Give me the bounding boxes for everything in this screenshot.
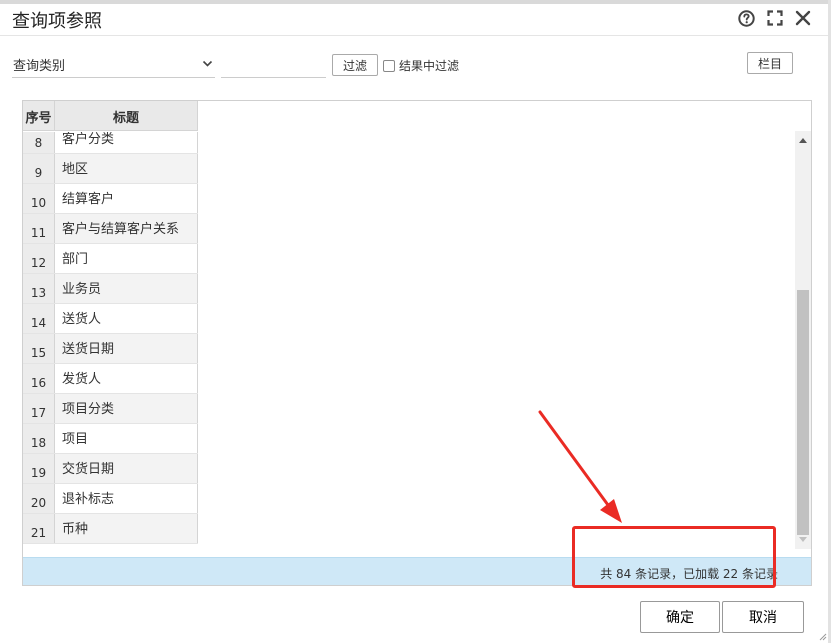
row-title-cell[interactable]: 交货日期 [55,454,198,483]
row-title-cell[interactable]: 送货日期 [55,334,198,363]
table-row[interactable]: 9 地区 [23,154,198,184]
scroll-up-icon[interactable] [799,138,807,143]
row-seq-cell: 10 [23,184,55,213]
row-seq-cell: 12 [23,244,55,273]
filter-button[interactable]: 过滤 [332,54,378,76]
row-title-cell[interactable]: 币种 [55,514,198,543]
table-row[interactable]: 17 项目分类 [23,394,198,424]
table-row[interactable]: 21 币种 [23,514,198,544]
vertical-scrollbar[interactable] [795,131,811,549]
column-header-title[interactable]: 标题 [55,101,198,131]
column-header-seq[interactable]: 序号 [23,101,55,131]
row-title-cell[interactable]: 送货人 [55,304,198,333]
row-seq-cell: 18 [23,424,55,453]
table-row[interactable]: 12 部门 [23,244,198,274]
row-title-cell[interactable]: 项目 [55,424,198,453]
table-row[interactable]: 15 送货日期 [23,334,198,364]
close-icon[interactable] [794,9,812,27]
row-title-cell[interactable]: 客户分类 [55,132,198,153]
query-items-grid: 序号 标题 8 客户分类 9 地区 10 结算客户 11 客户与结算客户关系 12 部门 13 业务员… [22,100,812,586]
row-title-cell[interactable]: 发货人 [55,364,198,393]
row-seq-cell: 17 [23,394,55,423]
row-title-cell[interactable]: 部门 [55,244,198,273]
table-row[interactable]: 19 交货日期 [23,454,198,484]
table-row[interactable]: 13 业务员 [23,274,198,304]
cancel-button[interactable]: 取消 [722,601,804,633]
scroll-down-icon[interactable] [799,537,807,542]
filter-in-results-label: 结果中过滤 [399,59,460,73]
maximize-icon[interactable] [766,9,784,27]
row-title-cell[interactable]: 结算客户 [55,184,198,213]
chevron-down-icon [202,58,213,73]
query-category-select[interactable]: 查询类别 [12,52,215,78]
table-row[interactable]: 18 项目 [23,424,198,454]
row-title-cell[interactable]: 项目分类 [55,394,198,423]
row-seq-cell: 16 [23,364,55,393]
row-seq-cell: 8 [23,132,55,153]
table-row[interactable]: 14 送货人 [23,304,198,334]
row-seq-cell: 20 [23,484,55,513]
row-title-cell[interactable]: 客户与结算客户关系 [55,214,198,243]
filter-in-results-option[interactable]: 结果中过滤 [383,57,459,74]
row-seq-cell: 11 [23,214,55,243]
grid-rows: 8 客户分类 9 地区 10 结算客户 11 客户与结算客户关系 12 部门 13 业务员 14 送货人 1… [23,132,198,544]
scrollbar-thumb[interactable] [797,290,809,535]
annotation-highlight-box [572,526,776,588]
filter-in-results-checkbox[interactable] [383,59,395,72]
table-row[interactable]: 8 客户分类 [23,132,198,154]
table-row[interactable]: 16 发货人 [23,364,198,394]
query-toolbar: 查询类别 过滤 结果中过滤 栏目 [0,52,831,80]
table-row[interactable]: 20 退补标志 [23,484,198,514]
row-seq-cell: 13 [23,274,55,303]
row-seq-cell: 9 [23,154,55,183]
row-title-cell[interactable]: 地区 [55,154,198,183]
grid-header: 序号 标题 [23,101,198,131]
row-seq-cell: 19 [23,454,55,483]
grid-frozen-columns: 序号 标题 8 客户分类 9 地区 10 结算客户 11 客户与结算客户关系 12 部门 13 业务员… [23,101,198,549]
columns-button[interactable]: 栏目 [747,52,793,74]
grid-body: 8 客户分类 9 地区 10 结算客户 11 客户与结算客户关系 12 部门 13 业务员 14 送货人 1… [23,132,198,549]
row-seq-cell: 14 [23,304,55,333]
filter-keyword-input[interactable] [221,52,326,78]
row-title-cell[interactable]: 业务员 [55,274,198,303]
confirm-button[interactable]: 确定 [640,601,720,633]
table-row[interactable]: 11 客户与结算客户关系 [23,214,198,244]
resize-grip-icon[interactable] [817,630,827,641]
help-icon[interactable] [737,9,755,27]
dialog-titlebar: 查询项参照 [0,4,831,36]
row-title-cell[interactable]: 退补标志 [55,484,198,513]
table-row[interactable]: 10 结算客户 [23,184,198,214]
query-category-value: 查询类别 [13,59,66,74]
row-seq-cell: 15 [23,334,55,363]
dialog-title: 查询项参照 [12,11,102,32]
row-seq-cell: 21 [23,514,55,543]
